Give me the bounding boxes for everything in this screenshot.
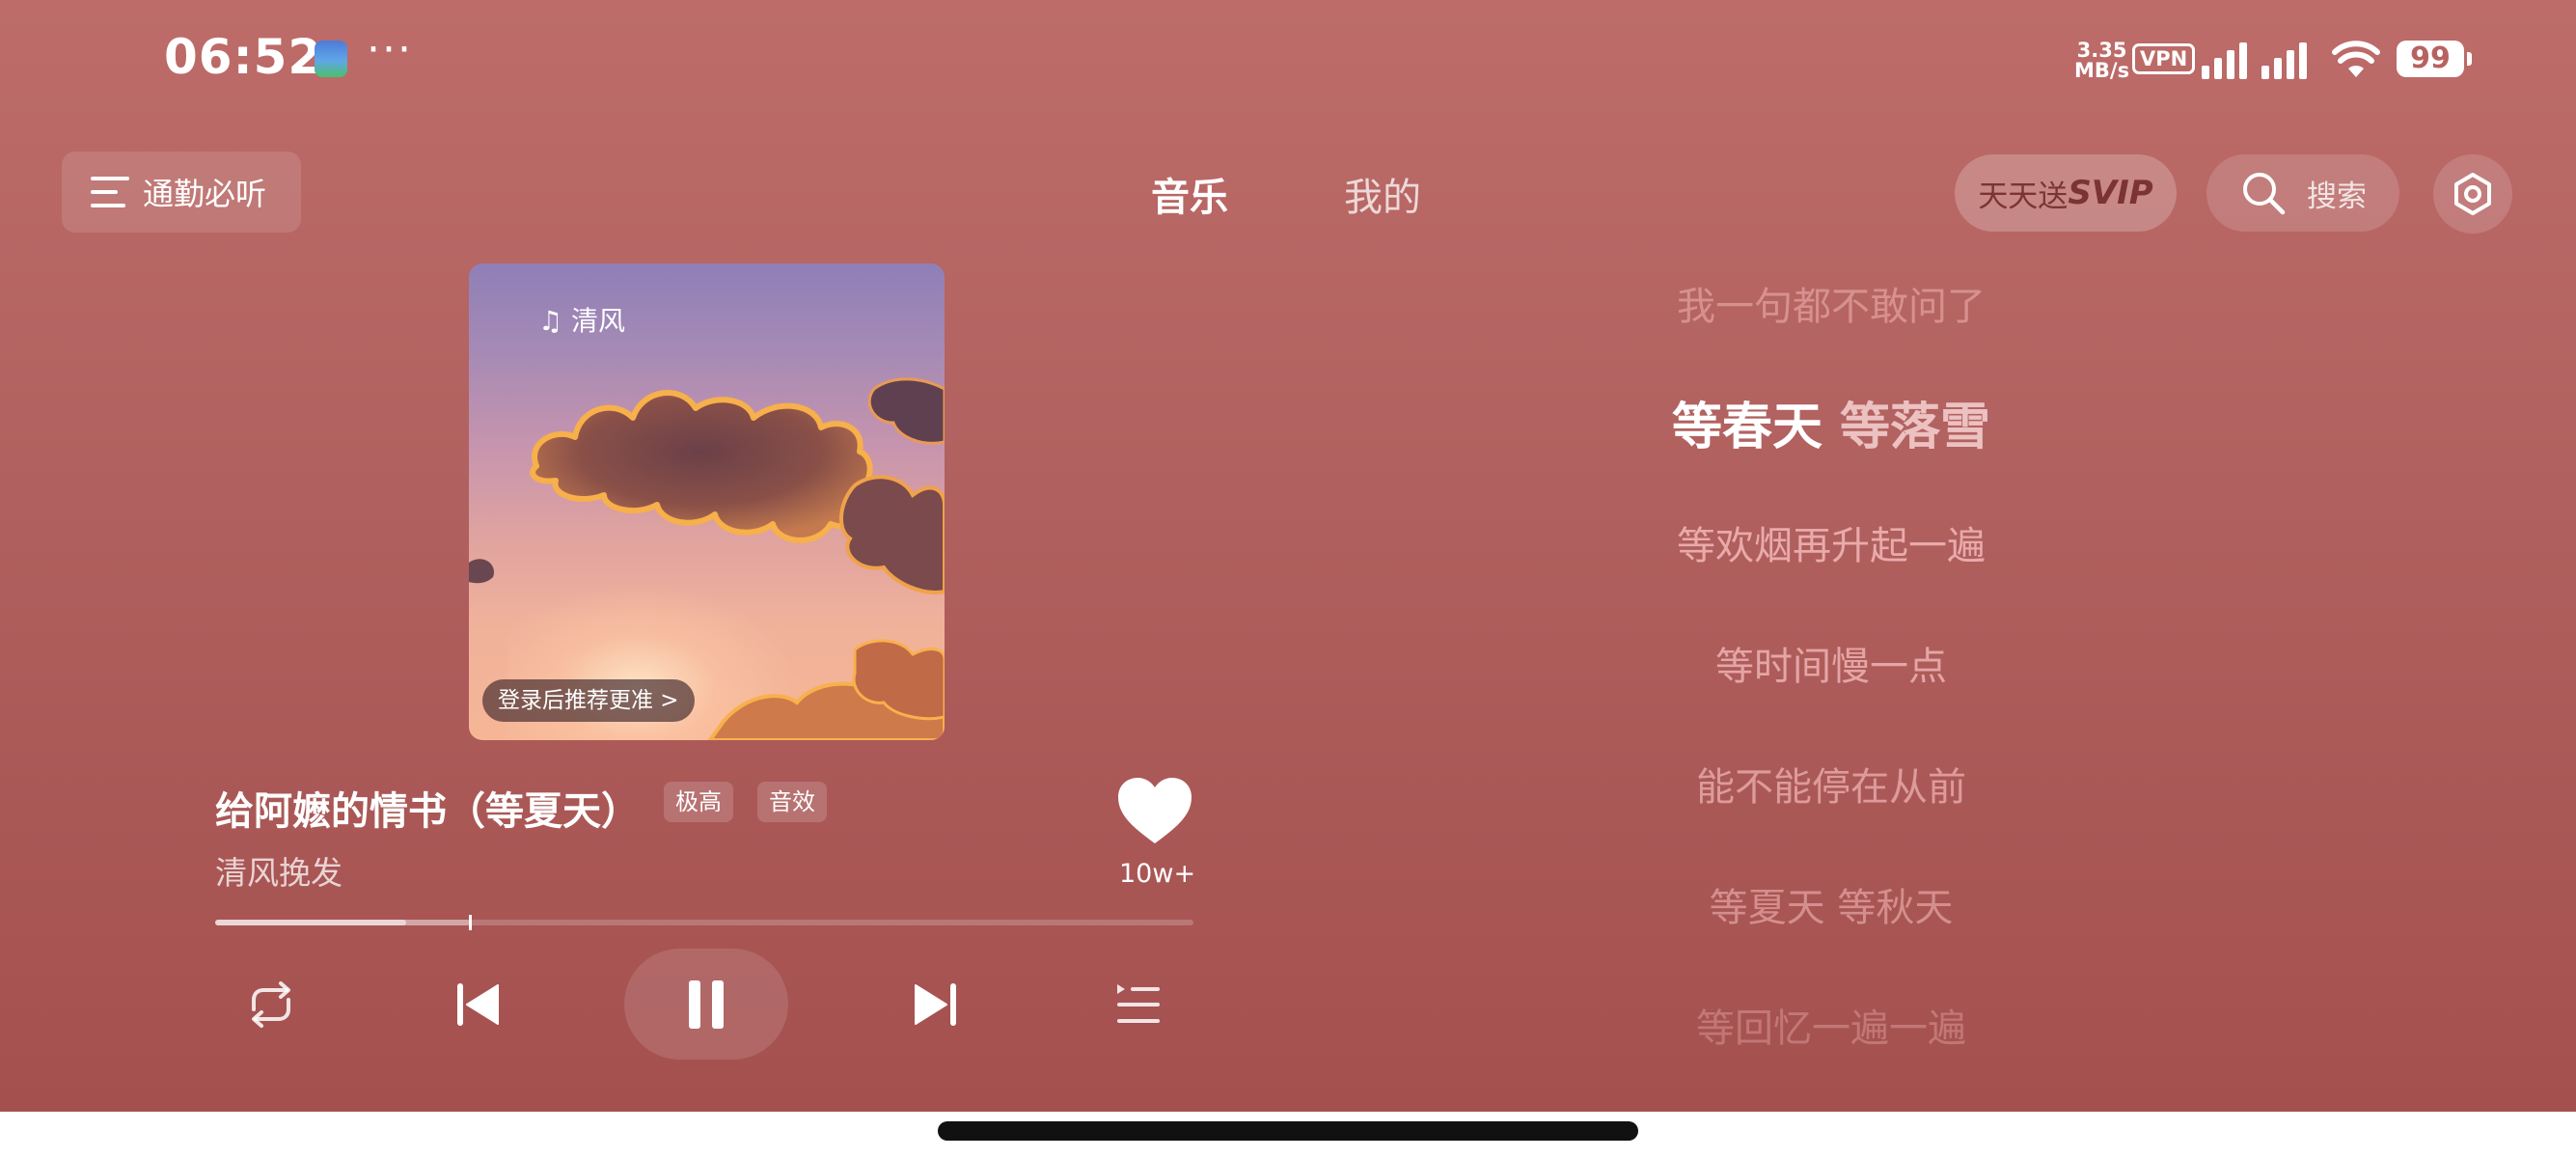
login-recommend-button[interactable]: 登录后推荐更准 > (482, 679, 695, 722)
notification-app-icon (315, 41, 347, 77)
svip-promo-prefix: 天天送 (1978, 179, 2069, 214)
search-button[interactable]: 搜索 (2206, 154, 2399, 232)
playlist-label: 通勤必听 (143, 176, 267, 212)
lyric-line: 能不能停在从前 (1696, 765, 1966, 810)
menu-icon (91, 177, 129, 207)
status-time: 06:52 (164, 29, 323, 85)
song-title: 给阿嬷的情书（等夏天） (215, 789, 640, 834)
album-cover[interactable]: ♫ 清风 登录后推荐更准 > (469, 263, 945, 740)
search-label: 搜索 (2307, 179, 2367, 214)
lyric-unsung-part: 等落雪 (1822, 399, 1991, 456)
tab-music[interactable]: 音乐 (1151, 166, 1228, 222)
wifi-icon (2332, 41, 2380, 77)
artist-name[interactable]: 清风挽发 (215, 847, 343, 894)
settings-icon (2454, 173, 2491, 215)
settings-button[interactable] (2433, 154, 2512, 234)
network-speed: 3.35 MB/s (2074, 41, 2129, 81)
previous-track-button[interactable] (444, 975, 511, 1034)
audio-quality-tag[interactable]: 极高 (664, 782, 733, 822)
music-player-screen: 06:52 ··· 3.35 MB/s VPN 99 通勤必听 音乐 我的 天天… (0, 0, 2576, 1112)
svip-promo-label: SVIP (2068, 174, 2153, 212)
progress-bar[interactable] (215, 915, 1193, 930)
playlist-icon (1117, 984, 1160, 1023)
progress-played (215, 920, 406, 925)
vpn-badge: VPN (2132, 43, 2196, 74)
playlist-menu-button[interactable]: 通勤必听 (62, 152, 301, 233)
lyric-line: 等夏天 等秋天 (1709, 886, 1954, 930)
previous-icon (457, 983, 499, 1026)
battery-tip (2467, 52, 2472, 66)
next-track-button[interactable] (902, 975, 970, 1034)
pause-button[interactable] (624, 949, 788, 1060)
network-speed-value: 3.35 (2076, 39, 2127, 62)
pause-icon (689, 979, 724, 1029)
lyric-line-current: 等春天 等落雪 (1542, 386, 2121, 458)
tab-mine[interactable]: 我的 (1344, 166, 1421, 222)
audio-effect-tag[interactable]: 音效 (757, 782, 827, 822)
lyric-sung-part: 等春天 (1671, 399, 1822, 456)
search-icon (2243, 173, 2286, 215)
like-count: 10w+ (1119, 859, 1196, 889)
signal-icon (2202, 42, 2307, 79)
lyric-line: 等欢烟再升起一遍 (1677, 524, 1986, 568)
network-speed-unit: MB/s (2074, 59, 2130, 82)
lyric-line: 等时间慢一点 (1715, 645, 1947, 689)
next-icon (915, 983, 956, 1026)
album-art-title: ♫ 清风 (538, 305, 626, 337)
repeat-icon (252, 981, 290, 1028)
battery-indicator: 99 (2397, 41, 2464, 77)
progress-thumb[interactable] (468, 915, 472, 930)
lyric-line: 等回忆一遍一遍 (1696, 1006, 1966, 1051)
home-indicator[interactable] (938, 1121, 1638, 1141)
playlist-queue-button[interactable] (1105, 975, 1172, 1034)
lyric-line: 我一句都不敢问了 (1677, 285, 1986, 329)
heart-icon[interactable] (1116, 776, 1193, 845)
repeat-button[interactable] (237, 975, 305, 1034)
svip-promo-button[interactable]: 天天送 SVIP (1955, 154, 2177, 232)
more-notifications-indicator: ··· (367, 25, 413, 74)
